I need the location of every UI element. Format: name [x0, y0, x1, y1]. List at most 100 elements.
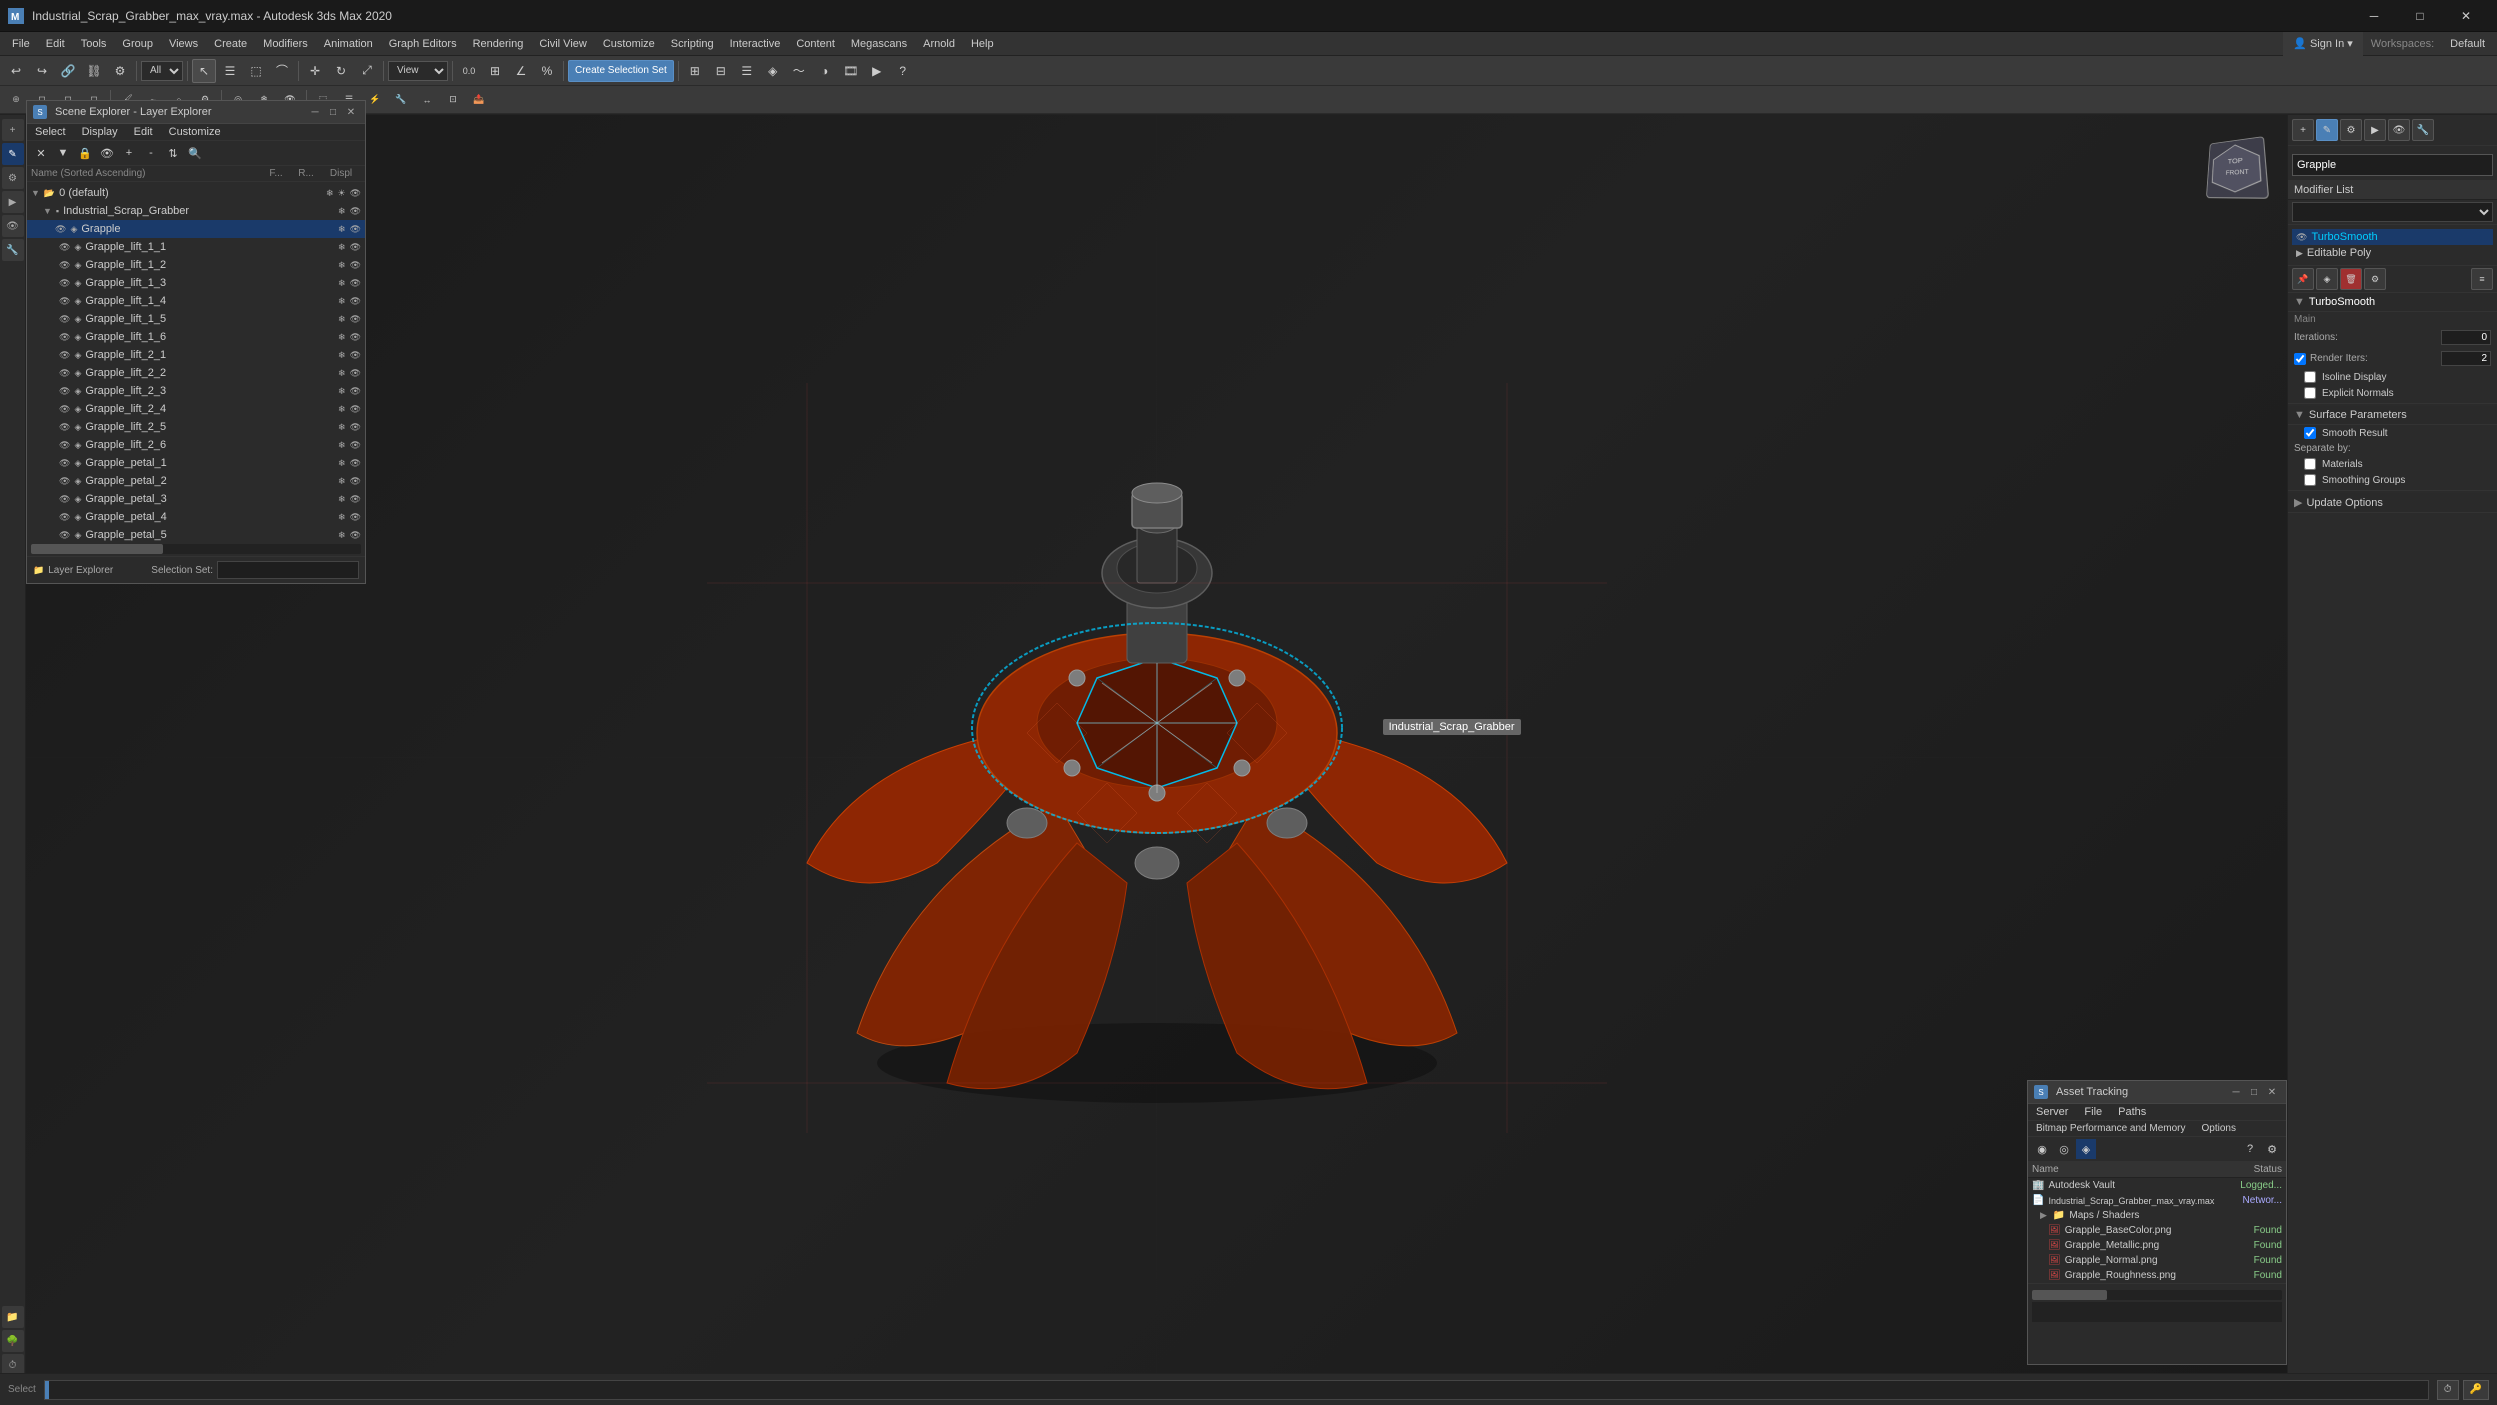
se-disp-7[interactable]: 👁: [350, 314, 361, 325]
se-search-button[interactable]: 🔍: [185, 143, 205, 163]
link-button[interactable]: 🔗: [56, 59, 80, 83]
modify-panel-icon[interactable]: ✎: [2, 143, 24, 165]
se-item-7[interactable]: 👁 ◈ Grapple_lift_1_5 ❄ 👁: [27, 310, 365, 328]
sign-in-button[interactable]: 👤 Sign In ▾: [2283, 32, 2363, 56]
se-disp-16[interactable]: 👁: [350, 476, 361, 487]
menu-megascans[interactable]: Megascans: [843, 32, 915, 56]
curve-editor-button[interactable]: 〜: [787, 59, 811, 83]
menu-help[interactable]: Help: [963, 32, 1002, 56]
schematic-view-button[interactable]: ◈: [761, 59, 785, 83]
se-snow-11[interactable]: ❄: [338, 386, 346, 397]
se-eye-7[interactable]: 👁: [59, 314, 70, 325]
unlink-button[interactable]: ⛓: [82, 59, 106, 83]
modifier-dropdown[interactable]: [2292, 202, 2493, 222]
menu-rendering[interactable]: Rendering: [465, 32, 532, 56]
menu-arnold[interactable]: Arnold: [915, 32, 963, 56]
menu-file[interactable]: File: [4, 32, 38, 56]
se-display-scrap[interactable]: 👁: [350, 206, 361, 217]
menu-graph-editors[interactable]: Graph Editors: [381, 32, 465, 56]
undo-button[interactable]: ↩: [4, 59, 28, 83]
remove-modifier-button[interactable]: 🗑: [2340, 268, 2362, 290]
select-by-name-button[interactable]: ☰: [218, 59, 242, 83]
export-button[interactable]: 📤: [467, 88, 491, 112]
create-selection-set-button[interactable]: Create Selection Set: [568, 60, 674, 82]
percent-snap-button[interactable]: %: [535, 59, 559, 83]
at-item-maps-folder[interactable]: ▶ 📁 Maps / Shaders: [2028, 1208, 2286, 1223]
materials-checkbox[interactable]: [2304, 458, 2316, 470]
workspaces-dropdown[interactable]: Default: [2442, 32, 2493, 56]
se-eye-10[interactable]: 👁: [59, 368, 70, 379]
render-setup-button[interactable]: 🎞: [839, 59, 863, 83]
display-tab-icon[interactable]: 👁: [2388, 119, 2410, 141]
se-display-icon-default[interactable]: 👁: [350, 188, 361, 199]
menu-interactive[interactable]: Interactive: [722, 32, 789, 56]
make-unique-button[interactable]: ◈: [2316, 268, 2338, 290]
se-eye-13[interactable]: 👁: [59, 422, 70, 433]
at-menu-options[interactable]: Options: [2194, 1121, 2244, 1136]
se-snow-7[interactable]: ❄: [338, 314, 346, 325]
key-filter-button[interactable]: 🔑: [2463, 1380, 2489, 1400]
se-item-3[interactable]: 👁 ◈ Grapple_lift_1_1 ❄ 👁: [27, 238, 365, 256]
surface-params-header[interactable]: ▼ Surface Parameters: [2288, 406, 2497, 425]
at-item-roughness[interactable]: 🖼 Grapple_Roughness.png Found: [2028, 1268, 2286, 1283]
se-item-5[interactable]: 👁 ◈ Grapple_lift_1_3 ❄ 👁: [27, 274, 365, 292]
se-eye-17[interactable]: 👁: [59, 494, 70, 505]
se-scrollbar[interactable]: [31, 544, 361, 554]
se-item-default-layer[interactable]: ▼ 📂 0 (default) ❄ ☀ 👁: [27, 184, 365, 202]
se-lock-button[interactable]: 🔒: [75, 143, 95, 163]
se-sort-button[interactable]: ⇅: [163, 143, 183, 163]
collapse-button[interactable]: ⊡: [441, 88, 465, 112]
display-panel-icon[interactable]: 👁: [2, 215, 24, 237]
se-freeze-scrap[interactable]: ❄: [338, 206, 346, 217]
se-menu-customize[interactable]: Customize: [161, 124, 229, 140]
filter-dropdown[interactable]: All: [141, 61, 183, 81]
wire-params-button[interactable]: ⚡: [363, 88, 387, 112]
se-menu-display[interactable]: Display: [74, 124, 126, 140]
update-options-header[interactable]: ▶ Update Options: [2288, 493, 2497, 513]
render-iters-input[interactable]: [2441, 351, 2491, 366]
se-eye-9[interactable]: 👁: [59, 350, 70, 361]
layer-manager-button[interactable]: ☰: [735, 59, 759, 83]
se-disp-19[interactable]: 👁: [350, 530, 361, 541]
se-item-16[interactable]: 👁 ◈ Grapple_petal_2 ❄ 👁: [27, 472, 365, 490]
modifier-eye-2-icon[interactable]: ▶: [2296, 248, 2303, 259]
create-panel-icon[interactable]: +: [2, 119, 24, 141]
sub-object-button[interactable]: ⊕: [4, 88, 28, 112]
se-item-15[interactable]: 👁 ◈ Grapple_petal_1 ❄ 👁: [27, 454, 365, 472]
se-snow-13[interactable]: ❄: [338, 422, 346, 433]
se-menu-edit[interactable]: Edit: [126, 124, 161, 140]
at-settings-btn[interactable]: ⚙: [2262, 1139, 2282, 1159]
se-eye-11[interactable]: 👁: [59, 386, 70, 397]
se-item-10[interactable]: 👁 ◈ Grapple_lift_2_2 ❄ 👁: [27, 364, 365, 382]
menu-scripting[interactable]: Scripting: [663, 32, 722, 56]
se-snow-17[interactable]: ❄: [338, 494, 346, 505]
convert-button[interactable]: ↔: [415, 88, 439, 112]
at-menu-paths[interactable]: Paths: [2110, 1104, 2154, 1120]
at-item-metallic[interactable]: 🖼 Grapple_Metallic.png Found: [2028, 1238, 2286, 1253]
mirror-button[interactable]: ⊞: [683, 59, 707, 83]
selection-set-input[interactable]: [217, 561, 359, 579]
se-menu-select[interactable]: Select: [27, 124, 74, 140]
redo-button[interactable]: ↪: [30, 59, 54, 83]
se-footer-explorer-icon[interactable]: 📁: [33, 565, 44, 576]
help-button[interactable]: ?: [891, 59, 915, 83]
se-snow-18[interactable]: ❄: [338, 512, 346, 523]
at-scrollbar[interactable]: [2032, 1290, 2282, 1300]
angle-snap-button[interactable]: ∠: [509, 59, 533, 83]
se-disp-17[interactable]: 👁: [350, 494, 361, 505]
se-eye-14[interactable]: 👁: [59, 440, 70, 451]
se-disp-13[interactable]: 👁: [350, 422, 361, 433]
smooth-result-checkbox[interactable]: [2304, 427, 2316, 439]
se-minimize-button[interactable]: ─: [307, 104, 323, 120]
render-iters-checkbox[interactable]: [2294, 353, 2306, 365]
snap-toggle-button[interactable]: ⊞: [483, 59, 507, 83]
menu-content[interactable]: Content: [788, 32, 843, 56]
se-display-grapple[interactable]: 👁: [350, 224, 361, 235]
object-name-input[interactable]: [2292, 154, 2493, 176]
se-snow-9[interactable]: ❄: [338, 350, 346, 361]
at-menu-bitmap-perf[interactable]: Bitmap Performance and Memory: [2028, 1121, 2194, 1136]
se-disp-12[interactable]: 👁: [350, 404, 361, 415]
at-maximize-button[interactable]: □: [2246, 1084, 2262, 1100]
se-item-grapple[interactable]: 👁 ◈ Grapple ❄ 👁: [27, 220, 365, 238]
at-menu-server[interactable]: Server: [2028, 1104, 2076, 1120]
